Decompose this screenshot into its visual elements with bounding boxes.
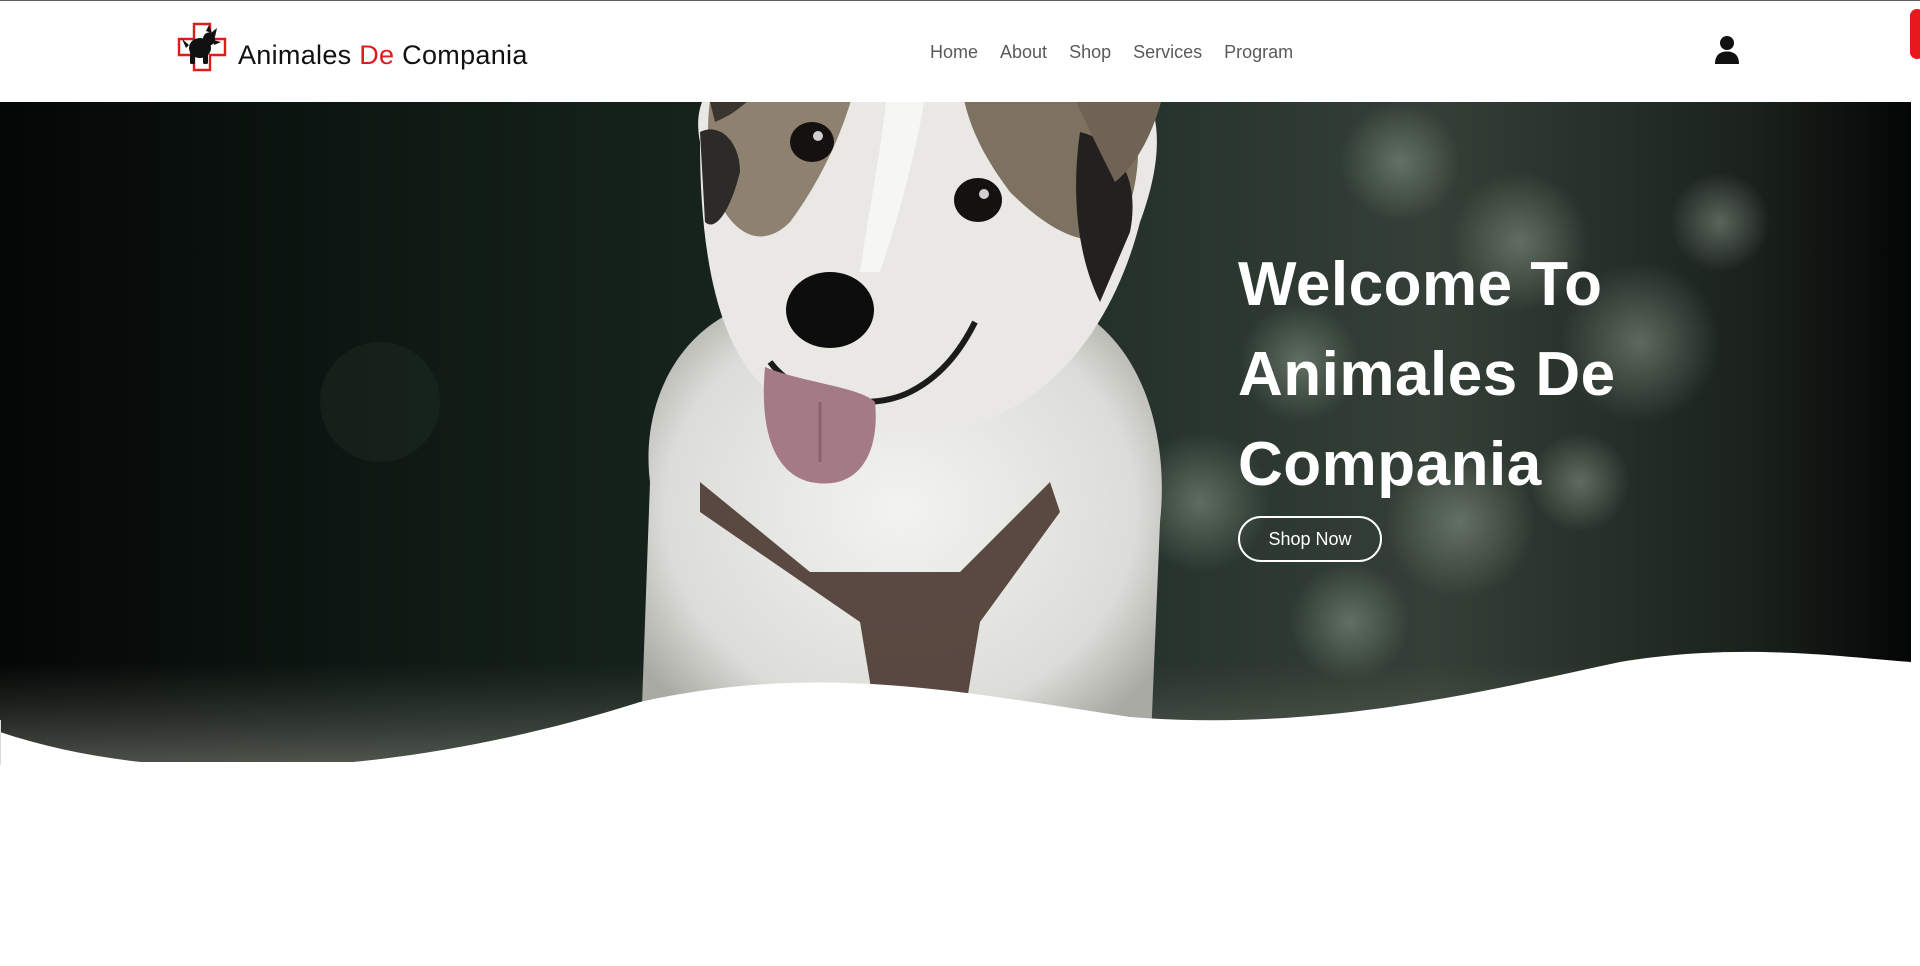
brand-name-part2: Compania (394, 40, 528, 70)
site-header: Animales De Compania Home About Shop Ser… (0, 1, 1920, 102)
brand-name-part1: Animales (238, 40, 360, 70)
brand-name-accent: De (359, 40, 395, 70)
nav-home[interactable]: Home (930, 41, 978, 63)
shop-now-button[interactable]: Shop Now (1238, 516, 1382, 562)
dog-in-red-cross-icon (177, 22, 227, 72)
brand-name: Animales De Compania (238, 42, 528, 73)
nav-program[interactable]: Program (1224, 41, 1293, 63)
hero-title-line-3: Compania (1238, 430, 1542, 499)
nav-about[interactable]: About (1000, 41, 1047, 63)
nav-shop[interactable]: Shop (1069, 41, 1111, 63)
main-nav: Home About Shop Services Program (930, 41, 1293, 63)
hero-title: Welcome To Animales De Compania (1238, 240, 1838, 510)
nav-services[interactable]: Services (1133, 41, 1202, 63)
hero-title-line-1: Welcome To (1238, 250, 1603, 319)
page: Animales De Compania Home About Shop Ser… (0, 0, 1920, 966)
scroll-indicator[interactable] (1910, 9, 1920, 59)
user-icon[interactable] (1714, 35, 1740, 65)
hero-title-line-2: Animales De (1238, 340, 1616, 409)
divider (0, 720, 1, 765)
hero-section: Welcome To Animales De Compania Shop Now (0, 102, 1911, 762)
brand-logo-link[interactable]: Animales De Compania (176, 21, 528, 73)
